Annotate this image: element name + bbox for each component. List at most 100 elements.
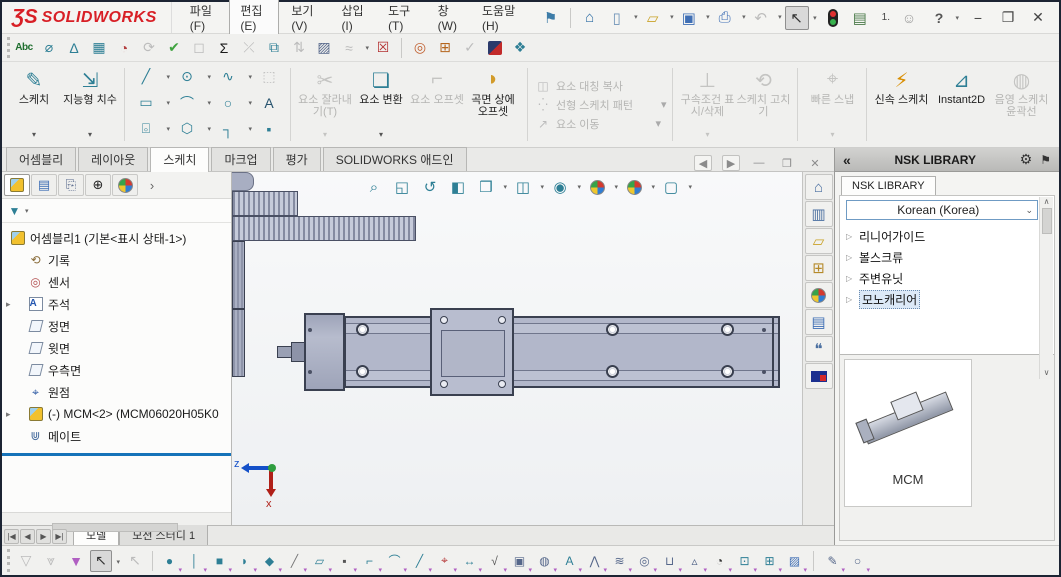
linear-sketch-pattern-button[interactable]: ⁛ 선형 스케치 패턴 ▾ bbox=[534, 97, 666, 113]
deviation-analysis-icon[interactable]: ≈ bbox=[338, 37, 360, 59]
spell-check-icon[interactable]: Abc bbox=[13, 37, 35, 59]
nsk-item-monocarrier[interactable]: ▷ 모노캐리어 bbox=[844, 289, 1054, 310]
tab-configurationmanager[interactable]: ⎘ bbox=[58, 174, 84, 196]
minimize-icon[interactable]: − bbox=[967, 7, 989, 29]
open-file-icon[interactable]: ▱ bbox=[641, 6, 665, 30]
gear-icon[interactable]: ⚙ bbox=[1020, 151, 1033, 168]
shaded-sketch-contours-button[interactable]: ◍ 음영 스케치 윤곽선 bbox=[993, 64, 1049, 145]
rollback-bar[interactable] bbox=[2, 453, 231, 456]
content-3d-icon[interactable]: ❖ bbox=[509, 37, 531, 59]
convert-entities-button[interactable]: ❏ 요소 변환 ▾ bbox=[353, 64, 409, 145]
solidworks-forum-icon[interactable]: ❝ bbox=[805, 336, 833, 362]
arc-tool-icon[interactable]: ⌒ bbox=[172, 92, 202, 114]
equations-icon[interactable]: Σ bbox=[213, 37, 235, 59]
spline-tool-icon[interactable]: ∿ bbox=[213, 66, 243, 88]
filter-solid-bodies-icon[interactable]: ◆ bbox=[259, 550, 280, 571]
filter-toggle-icon[interactable]: ▽ bbox=[15, 550, 37, 572]
filter-sketch-lines-icon[interactable]: ╱ bbox=[409, 550, 430, 571]
mesh-quality-icon[interactable]: ⊞ bbox=[434, 37, 456, 59]
sketch-check-icon[interactable]: ⤫ bbox=[238, 37, 260, 59]
mass-properties-icon[interactable]: Δ bbox=[63, 37, 85, 59]
filter-surface-finish-icon[interactable]: ▵ bbox=[684, 550, 705, 571]
rectangle-tool-icon[interactable]: ▭ bbox=[131, 92, 161, 114]
measure-icon[interactable]: ⌀ bbox=[38, 37, 60, 59]
compress-icon[interactable]: ⇅ bbox=[288, 37, 310, 59]
design-table-delete-icon[interactable]: ☒ bbox=[372, 37, 394, 59]
filter-point-edit-icon[interactable]: ○ bbox=[847, 550, 868, 571]
expander-icon[interactable]: ▸ bbox=[6, 299, 16, 310]
tree-item-top-plane[interactable]: 윗면 bbox=[2, 337, 231, 359]
maximize-icon[interactable]: ❐ bbox=[997, 7, 1019, 29]
tree-item-sensors[interactable]: ◎ 센서 bbox=[2, 271, 231, 293]
tree-item-front-plane[interactable]: 정면 bbox=[2, 315, 231, 337]
tab-sketch[interactable]: 스케치 bbox=[150, 147, 209, 172]
tree-item-mcm-component[interactable]: ▸ (-) MCM<2> (MCM06020H05K0 bbox=[2, 403, 231, 425]
toolbar-drag-handle[interactable] bbox=[7, 37, 10, 59]
nsk-library-tab-icon[interactable] bbox=[805, 363, 833, 389]
tabs-overflow-icon[interactable]: › bbox=[139, 174, 165, 196]
filter-hatches-icon[interactable]: ≋ bbox=[609, 550, 630, 571]
file-explorer-icon[interactable]: ▱ bbox=[805, 228, 833, 254]
expander-icon[interactable]: ▷ bbox=[846, 232, 854, 241]
filter-edit-icon[interactable]: ✎ bbox=[822, 550, 843, 571]
mirror-view-icon[interactable]: ⧉ bbox=[263, 37, 285, 59]
move-entities-button[interactable]: ↗ 요소 이동 ▾ bbox=[534, 116, 666, 132]
chevron-down-icon[interactable]: ▾ bbox=[379, 130, 383, 139]
save-icon[interactable]: ▣ bbox=[677, 6, 701, 30]
filter-callouts-icon[interactable]: ▣ bbox=[509, 550, 530, 571]
menu-file[interactable]: 파일(F) bbox=[180, 0, 228, 37]
filter-cosmetic-threads-icon[interactable]: ⊔ bbox=[659, 550, 680, 571]
select-tool-icon[interactable]: ↖ bbox=[90, 550, 112, 572]
first-tab-icon[interactable]: |◀ bbox=[4, 529, 19, 544]
tab-featuremanager[interactable] bbox=[4, 174, 30, 196]
filter-regions-icon[interactable]: ▨ bbox=[784, 550, 805, 571]
menu-tools[interactable]: 도구(T) bbox=[378, 0, 426, 37]
menu-edit[interactable]: 편집(E) bbox=[229, 0, 279, 38]
scrollbar-thumb[interactable] bbox=[52, 523, 178, 532]
mcm-preview-card[interactable]: MCM bbox=[844, 359, 972, 507]
appearances-scenes-icon[interactable] bbox=[805, 282, 833, 308]
view-palette-icon[interactable]: ⊞ bbox=[805, 255, 833, 281]
offset-on-surface-button[interactable]: ◗ 곡면 상에 오프셋 bbox=[465, 64, 521, 145]
tree-item-history[interactable]: ⟲ 기록 bbox=[2, 249, 231, 271]
doc-restore-icon[interactable]: ❐ bbox=[778, 155, 796, 171]
tab-markup[interactable]: 마크업 bbox=[211, 147, 270, 171]
expander-icon[interactable]: ▷ bbox=[846, 253, 854, 262]
language-select[interactable]: Korean (Korea) ⌄ bbox=[846, 200, 1038, 220]
tab-displaymanager[interactable] bbox=[112, 174, 138, 196]
nsk-list-scrollbar[interactable]: ∧ ∨ bbox=[1039, 197, 1053, 379]
menu-help[interactable]: 도움말(H) bbox=[472, 0, 529, 37]
traffic-light-icon[interactable] bbox=[821, 6, 845, 30]
collapse-chevron-icon[interactable]: « bbox=[843, 152, 851, 168]
filter-fillets-icon[interactable]: ⌐ bbox=[359, 550, 380, 571]
fillet-tool-icon[interactable]: ┐ bbox=[213, 118, 243, 140]
filter-sketch-segments-icon[interactable]: ⌒ bbox=[384, 550, 405, 571]
tree-filter-funnel-icon[interactable]: ▼ bbox=[6, 202, 23, 219]
lasso-select-icon[interactable]: ↖ bbox=[124, 550, 146, 572]
display-delete-relations-button[interactable]: ⊥ 구속조건 표시/삭제 ▾ bbox=[679, 64, 735, 145]
section-properties-icon[interactable]: ▦ bbox=[88, 37, 110, 59]
options-list-icon[interactable]: ▤ bbox=[848, 6, 872, 30]
quick-snaps-button[interactable]: ⌖ 빠른 스냅 ▾ bbox=[804, 64, 860, 145]
filter-notes-icon[interactable]: A bbox=[559, 550, 580, 571]
nsk-item-linear-guide[interactable]: ▷ 리니어가이드 bbox=[844, 226, 1054, 247]
filter-connection-points-icon[interactable]: ⊡ bbox=[734, 550, 755, 571]
flag-icon[interactable] bbox=[488, 41, 502, 55]
print-icon[interactable]: ⎙ bbox=[713, 6, 737, 30]
marquee-select-icon[interactable]: ⬚ bbox=[254, 66, 284, 88]
filter-edges-icon[interactable]: │ bbox=[184, 550, 205, 571]
filter-origins-icon[interactable]: ⌖ bbox=[434, 550, 455, 571]
doc-next-icon[interactable]: ▶ bbox=[722, 155, 740, 171]
chevron-down-icon[interactable]: ▾ bbox=[88, 130, 92, 139]
filter-welds-icon[interactable]: ⋀ bbox=[584, 550, 605, 571]
tab-solidworks-addins[interactable]: SOLIDWORKS 애드인 bbox=[323, 147, 467, 171]
filter-vertices-icon[interactable]: ● bbox=[159, 550, 180, 571]
smart-dimension-button[interactable]: ⇲ 지능형 치수 ▾ bbox=[62, 64, 118, 145]
text-tool-icon[interactable]: A bbox=[254, 92, 284, 114]
scrollbar-thumb[interactable] bbox=[1042, 208, 1052, 234]
mirror-entities-button[interactable]: ◫ 요소 대칭 복사 bbox=[534, 78, 666, 94]
sketch-button[interactable]: ✎ 스케치 ▾ bbox=[6, 64, 62, 145]
next-tab-icon[interactable]: ▶ bbox=[36, 529, 51, 544]
import-diagnostics-icon[interactable]: ▨ bbox=[313, 37, 335, 59]
viewport[interactable]: ⌕◱↺◧❒◫◉▢ bbox=[232, 172, 802, 525]
